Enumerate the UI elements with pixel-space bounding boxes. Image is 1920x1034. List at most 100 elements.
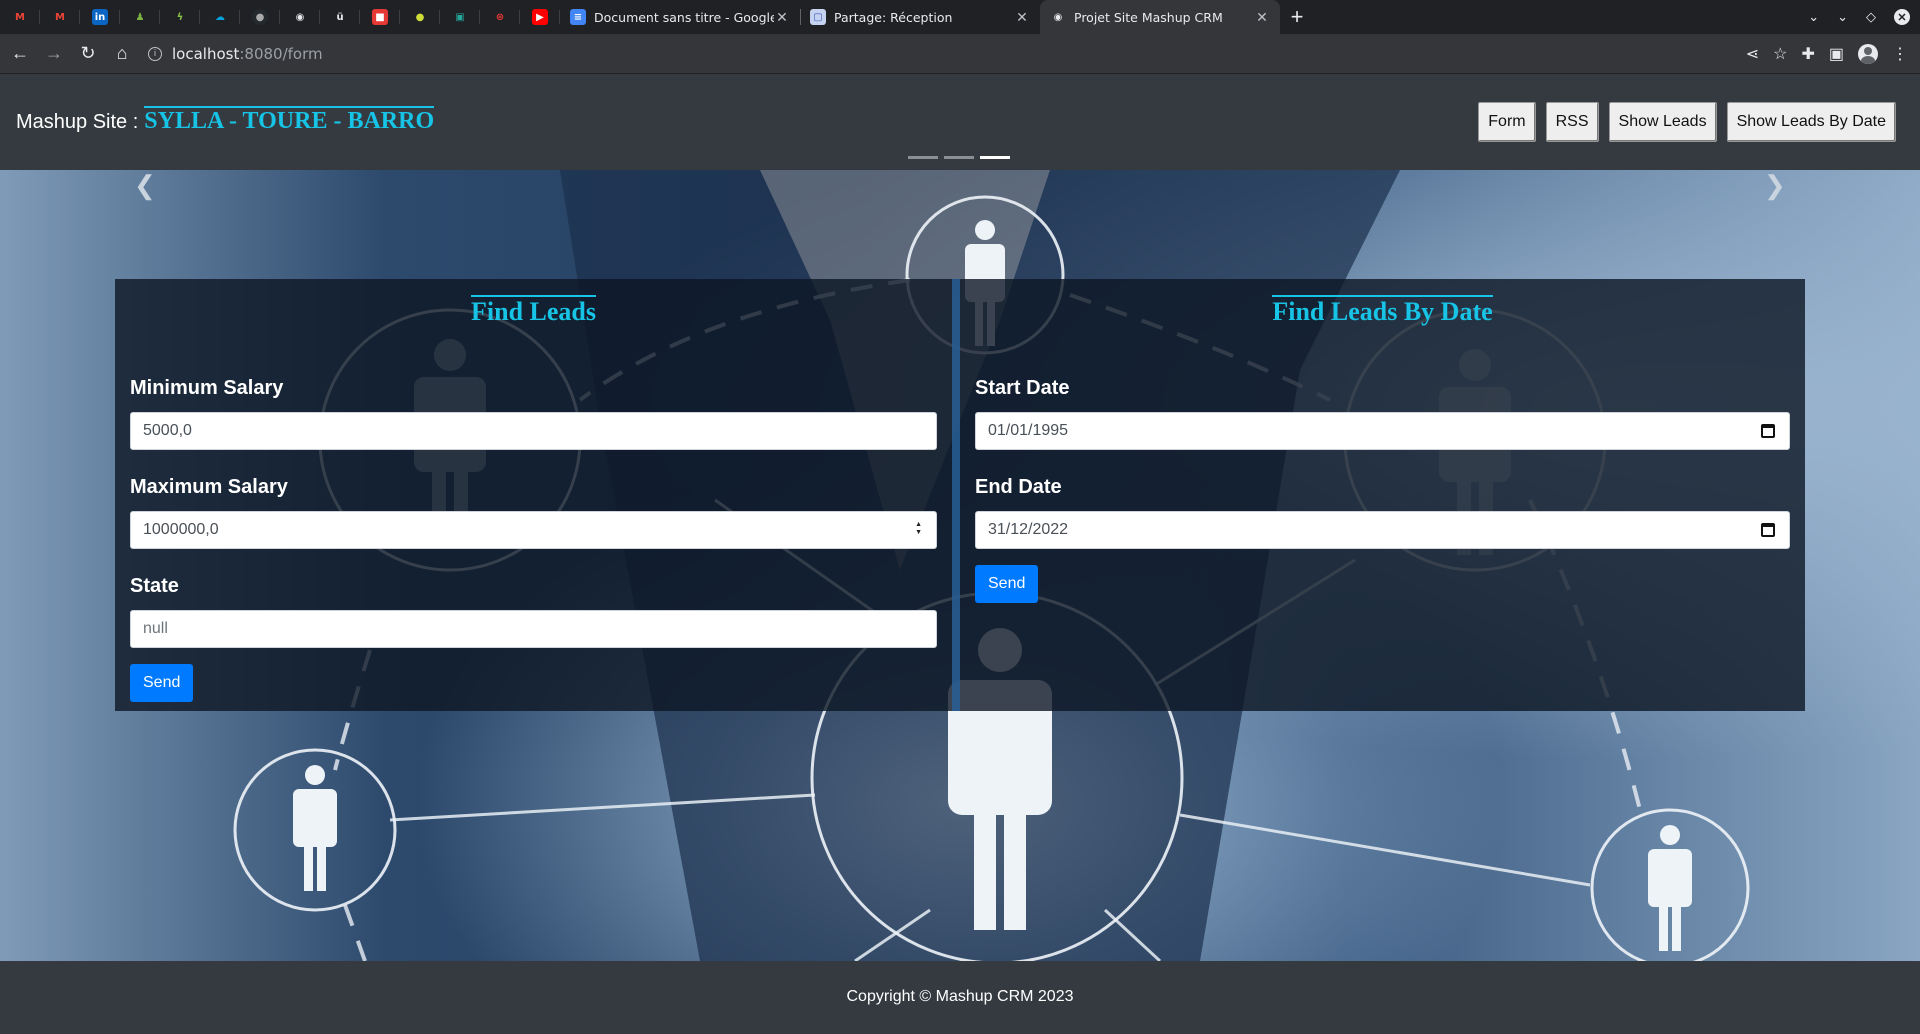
new-tab-button[interactable]: + [1280,4,1314,30]
cloud-icon: ☁ [215,11,225,23]
minimize-icon[interactable]: ⌄ [1837,9,1848,25]
url-path: :8080/form [239,44,323,63]
state-input[interactable]: null [130,610,937,648]
browser-tab-strip: M M in ♟ ϟ ☁ ● ◉ ü ■ ● ▣ ⊛ ▶ ≡ Document … [0,0,1920,34]
app-icon: ü [336,11,344,23]
pinned-tab-github[interactable]: ● [240,0,280,34]
tab-title: Partage: Réception [834,9,953,25]
end-date-input[interactable]: 31/12/2022 [975,511,1790,549]
site-brand: Mashup Site : SYLLA - TOURE - BARRO [16,106,435,134]
find-leads-panel: Find Leads Minimum Salary 5000,0 Maximum… [115,279,960,711]
max-salary-group: Maximum Salary 1000000,0 ▲ ▼ [130,476,937,549]
pinned-tab-app-3[interactable]: ü [320,0,360,34]
menu-kebab-icon[interactable]: ⋮ [1892,44,1908,64]
bookmark-star-icon[interactable]: ☆ [1773,44,1787,64]
state-group: State null [130,575,937,648]
min-salary-group: Minimum Salary 5000,0 [130,377,937,450]
address-bar[interactable]: i localhost:8080/form [148,39,1698,69]
toolbar-actions: ⋖ ☆ ✚ ▣ ⋮ [1746,43,1920,64]
site-info-icon[interactable]: i [148,46,162,61]
site-footer: Copyright © Mashup CRM 2023 [0,961,1920,1034]
carousel-indicators [908,156,1010,159]
side-panel-icon[interactable]: ▣ [1829,44,1844,64]
inbox-icon: ▢ [810,9,826,25]
pinned-tab-app-6[interactable]: ⊛ [480,0,520,34]
nav-show-leads-button[interactable]: Show Leads [1608,102,1717,142]
pinned-tab-salesforce[interactable]: ☁ [200,0,240,34]
reload-icon[interactable]: ↻ [74,40,102,68]
globe-icon: ◉ [1053,11,1063,23]
pinned-tab-globe[interactable]: ◉ [280,0,320,34]
youtube-icon: ▶ [532,9,548,25]
calendar-icon[interactable] [1761,523,1775,537]
tab-projet-site[interactable]: ◉ Projet Site Mashup CRM ✕ [1040,0,1280,34]
pinned-tab-tennis[interactable]: ● [400,0,440,34]
tab-google-doc[interactable]: ≡ Document sans titre - Google ✕ [560,0,800,34]
site-header: Mashup Site : SYLLA - TOURE - BARRO Form… [0,74,1920,170]
close-window-icon[interactable]: ✕ [1894,9,1910,25]
extensions-icon[interactable]: ✚ [1801,44,1814,64]
pinned-tab-youtube[interactable]: ▶ [520,0,560,34]
find-leads-title: Find Leads [471,295,596,326]
pinned-tab-linkedin[interactable]: in [80,0,120,34]
site-nav: Form RSS Show Leads Show Leads By Date [1478,102,1896,142]
find-leads-send-button[interactable]: Send [130,664,194,702]
nav-form-button[interactable]: Form [1478,102,1536,142]
brand-names: SYLLA - TOURE - BARRO [144,106,435,134]
back-icon[interactable]: ← [6,40,34,68]
start-date-label: Start Date [975,377,1070,399]
carousel-prev-icon[interactable]: ❮ [134,170,156,201]
tab-search-icon[interactable]: ⌄ [1808,9,1819,25]
calendar-icon[interactable] [1761,424,1775,438]
app-icon: ■ [372,9,388,25]
close-icon[interactable]: ✕ [1014,9,1030,26]
max-salary-value: 1000000,0 [143,521,219,538]
end-date-label: End Date [975,476,1062,498]
copyright-text: Copyright © Mashup CRM 2023 [846,988,1074,1005]
linkedin-icon: in [92,9,108,25]
profile-avatar-icon[interactable] [1858,43,1878,64]
tab-partage[interactable]: ▢ Partage: Réception ✕ [800,0,1040,34]
start-date-input[interactable]: 01/01/1995 [975,412,1790,450]
google-docs-icon: ≡ [570,9,586,25]
pinned-tab-app-2[interactable]: ϟ [160,0,200,34]
nav-rss-button[interactable]: RSS [1545,102,1599,142]
forward-icon[interactable]: → [40,40,68,68]
tab-title: Projet Site Mashup CRM [1074,9,1223,25]
start-date-value: 01/01/1995 [988,422,1069,439]
number-spinner-icon[interactable]: ▲ ▼ [915,521,922,537]
pinned-tab-gmail[interactable]: M [0,0,40,34]
share-icon[interactable]: ⋖ [1746,44,1759,64]
gmail-icon: M [15,11,25,23]
close-icon[interactable]: ✕ [1254,9,1270,26]
url-host: localhost [172,44,240,63]
nav-show-leads-by-date-button[interactable]: Show Leads By Date [1726,102,1896,142]
min-salary-input[interactable]: 5000,0 [130,412,937,450]
forms-container: Find Leads Minimum Salary 5000,0 Maximum… [115,279,1805,711]
window-controls: ⌄ ⌄ ◇ ✕ [1808,9,1920,25]
ball-icon: ● [415,11,425,23]
find-by-date-send-button[interactable]: Send [975,565,1039,603]
app-icon: ⊛ [495,11,505,23]
maximize-icon[interactable]: ◇ [1866,9,1876,25]
state-label: State [130,575,179,597]
carousel-indicator[interactable] [944,156,974,159]
carousel-next-icon[interactable]: ❯ [1764,170,1786,201]
carousel-indicator[interactable] [908,156,938,159]
find-leads-by-date-title: Find Leads By Date [1272,295,1493,326]
end-date-group: End Date 31/12/2022 [975,476,1790,549]
app-icon: ▣ [455,11,465,23]
pinned-tab-app-4[interactable]: ■ [360,0,400,34]
home-icon[interactable]: ⌂ [108,40,136,68]
tab-title: Document sans titre - Google [594,9,774,25]
max-salary-input[interactable]: 1000000,0 ▲ ▼ [130,511,937,549]
close-icon[interactable]: ✕ [774,9,790,26]
leaf-icon: ϟ [176,11,184,23]
max-salary-label: Maximum Salary [130,476,288,498]
carousel-indicator-active[interactable] [980,156,1010,159]
browser-toolbar: ← → ↻ ⌂ i localhost:8080/form ⋖ ☆ ✚ ▣ ⋮ [0,34,1920,74]
end-date-value: 31/12/2022 [988,521,1069,538]
pinned-tab-app-5[interactable]: ▣ [440,0,480,34]
pinned-tab-gmail-2[interactable]: M [40,0,80,34]
pinned-tab-app-1[interactable]: ♟ [120,0,160,34]
